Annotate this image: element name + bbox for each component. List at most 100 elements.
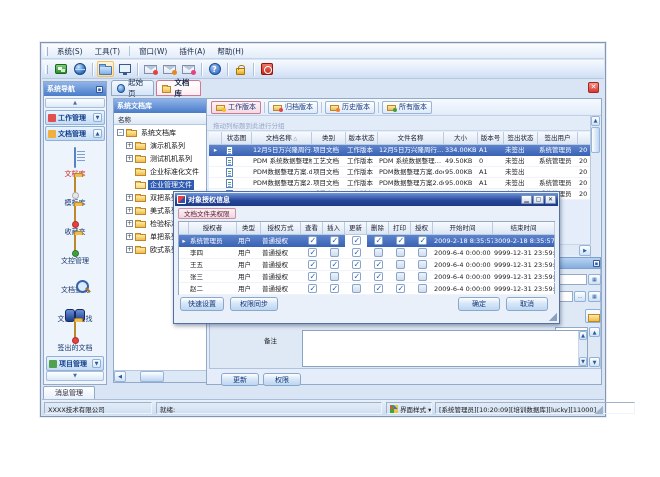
auth-row[interactable]: 王五用户普通授权2009-6-4 0:00:009999-12-31 23:59…	[179, 259, 554, 271]
ok-button[interactable]: 确定	[458, 297, 500, 311]
auth-row[interactable]: 李四用户普通授权2009-6-4 0:00:009999-12-31 23:59…	[179, 247, 554, 259]
sidebar-group-2[interactable]: 文档管理▲	[45, 126, 105, 141]
tab-document-library[interactable]: 文档库	[156, 80, 201, 96]
auth-column-header[interactable]: 授权	[411, 222, 433, 235]
expander-plus-icon[interactable]: +	[126, 142, 133, 149]
ellipsis-button[interactable]: …	[574, 291, 586, 302]
pin-icon[interactable]: ▪	[593, 260, 600, 267]
auth-column-header[interactable]: 打印	[389, 222, 411, 235]
sidebar-scroll-up[interactable]: ▲	[45, 98, 105, 108]
checkbox-checked[interactable]	[396, 284, 405, 293]
column-header-3[interactable]: 类别	[312, 132, 346, 145]
sidebar-item-4[interactable]: 文控管理	[45, 235, 105, 266]
table-row[interactable]: PDM数据整理方案2.doc项目文档工作版本PDM数据整理方案2.doc95.0…	[209, 178, 591, 189]
scroll-up-icon[interactable]: ▲	[591, 116, 600, 126]
lock-icon[interactable]	[232, 61, 249, 77]
checkbox-unchecked[interactable]	[374, 248, 383, 257]
auth-column-header[interactable]: 结束时间	[493, 222, 555, 235]
close-icon[interactable]: ✕	[545, 195, 556, 204]
auth-column-header[interactable]: 授权方式	[261, 222, 301, 235]
checkbox-unchecked[interactable]	[330, 248, 339, 257]
checkbox-checked[interactable]	[308, 248, 317, 257]
checkbox-unchecked[interactable]	[396, 260, 405, 269]
auth-column-header[interactable]: 授权者	[189, 222, 237, 235]
sidebar-group-3[interactable]: 项目管理▼	[46, 356, 104, 371]
auth-column-header[interactable]: 插入	[323, 222, 345, 235]
sidebar-group-1[interactable]: 工作管理▼	[45, 110, 105, 125]
auth-column-header[interactable]: 更新	[345, 222, 367, 235]
expander-plus-icon[interactable]: +	[126, 194, 133, 201]
chevron-down-icon[interactable]: ▼	[93, 113, 102, 122]
close-tab-icon[interactable]: ✕	[588, 82, 599, 93]
column-header-8[interactable]: 签出状态	[504, 132, 538, 145]
quick-setup-button[interactable]: 快速设置	[180, 297, 224, 311]
menu-item-3[interactable]: 窗口(W)	[133, 45, 173, 58]
expander-plus-icon[interactable]: +	[126, 155, 133, 162]
checkbox-unchecked[interactable]	[352, 284, 361, 293]
version-button-4[interactable]: 所有版本	[382, 101, 432, 114]
expander-plus-icon[interactable]: +	[126, 233, 133, 240]
chevron-down-icon[interactable]: ▼	[92, 359, 101, 368]
detail-field-2-button[interactable]: ▦	[588, 291, 601, 302]
checkbox-checked[interactable]	[330, 284, 339, 293]
mail-receive-icon[interactable]	[161, 61, 178, 77]
update-button[interactable]: 更新	[221, 373, 259, 386]
auth-column-header[interactable]: 类型	[237, 222, 261, 235]
scroll-down-icon[interactable]: ▼	[589, 357, 600, 367]
remark-textarea[interactable]: ▲ ▼	[302, 330, 588, 367]
resize-grip[interactable]	[595, 406, 603, 414]
detail-field-1[interactable]	[557, 274, 587, 285]
message-management-tab[interactable]: 消息管理	[43, 386, 95, 400]
computer-icon[interactable]	[116, 61, 133, 77]
expander-plus-icon[interactable]: +	[126, 207, 133, 214]
checkbox-checked[interactable]	[374, 284, 383, 293]
checkbox-unchecked[interactable]	[418, 260, 427, 269]
column-header-6[interactable]: 大小	[444, 132, 478, 145]
chevron-up-icon[interactable]: ▲	[93, 129, 102, 138]
expander-plus-icon[interactable]: +	[126, 220, 133, 227]
version-button-3[interactable]: 历史版本	[325, 101, 375, 114]
checkbox-checked[interactable]	[308, 260, 317, 269]
checkbox-checked[interactable]	[352, 236, 361, 245]
checkbox-unchecked[interactable]	[418, 272, 427, 281]
network-icon[interactable]	[52, 61, 69, 77]
column-header-2[interactable]: 文档名称 △	[252, 132, 312, 145]
mail-send-icon[interactable]	[180, 61, 197, 77]
auth-row[interactable]: 张三用户普通授权2009-6-4 0:00:009999-12-31 23:59…	[179, 271, 554, 283]
checkbox-checked[interactable]	[418, 236, 427, 245]
scroll-up-icon[interactable]: ▲	[589, 327, 600, 337]
detail-field-1-button[interactable]: ▦	[588, 274, 601, 285]
maximize-icon[interactable]: ▢	[533, 195, 544, 204]
tab-start-page[interactable]: 起始页	[111, 80, 154, 96]
checkbox-unchecked[interactable]	[396, 248, 405, 257]
checkbox-checked[interactable]	[374, 260, 383, 269]
scroll-up-icon[interactable]: ▲	[579, 331, 587, 340]
minimize-icon[interactable]: ▁	[521, 195, 532, 204]
scroll-thumb[interactable]	[140, 371, 164, 382]
permission-sync-button[interactable]: 权限同步	[230, 297, 278, 311]
sidebar-item-7[interactable]: 签出的文档	[45, 322, 105, 353]
permission-button[interactable]: 权限	[263, 373, 301, 386]
checkbox-checked[interactable]	[374, 272, 383, 281]
checkbox-checked[interactable]	[352, 260, 361, 269]
menu-item-5[interactable]: 帮助(H)	[211, 45, 250, 58]
checkbox-checked[interactable]	[352, 272, 361, 281]
checkbox-checked[interactable]	[330, 236, 339, 245]
checkbox-unchecked[interactable]	[330, 272, 339, 281]
folder-icon[interactable]	[97, 61, 114, 77]
power-icon[interactable]	[258, 61, 275, 77]
cancel-button[interactable]: 取消	[506, 297, 548, 311]
globe-icon[interactable]	[71, 61, 88, 77]
checkbox-checked[interactable]	[308, 284, 317, 293]
table-row[interactable]: PDM 系统数据整理检…工艺文档工作版本PDM 系统数据整理…49.50KB0未…	[209, 156, 591, 167]
auth-row[interactable]: 赵二用户普通授权2009-6-4 0:00:009999-12-31 23:59…	[179, 283, 554, 295]
auth-row[interactable]: ▸系统管理员用户普通授权2009-2-18 8:35:573009-2-18 8…	[179, 235, 554, 247]
checkbox-checked[interactable]	[374, 236, 383, 245]
table-row[interactable]: PDM数据整理方案.doc项目文档工作版本PDM数据整理方案.doc95.00K…	[209, 167, 591, 178]
column-header-4[interactable]: 版本状态	[346, 132, 378, 145]
column-header-5[interactable]: 文件名称	[378, 132, 444, 145]
checkbox-checked[interactable]	[308, 272, 317, 281]
expander-minus-icon[interactable]: –	[117, 129, 124, 136]
column-header-9[interactable]: 签出用户	[538, 132, 578, 145]
menubar-grip[interactable]	[45, 47, 48, 56]
